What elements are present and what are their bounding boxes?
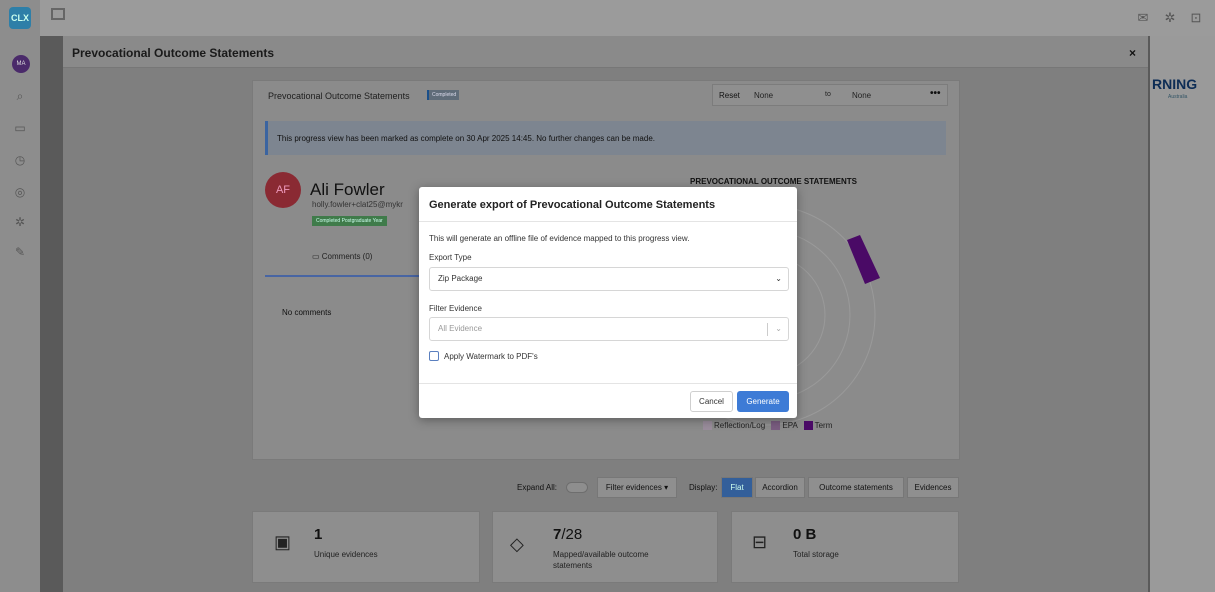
display-flat-button[interactable]: Flat — [721, 477, 753, 498]
brand-logo: RNING — [1152, 76, 1198, 92]
monitor-icon[interactable]: ▭ — [12, 120, 28, 136]
generate-button[interactable]: Generate — [737, 391, 789, 412]
dialog-footer-divider — [419, 383, 797, 384]
person-email: holly.fowler+clat25@mykr — [312, 200, 403, 209]
legend-swatch — [703, 421, 712, 431]
legend-label: EPA — [782, 421, 798, 430]
to-date-field[interactable]: None — [852, 91, 871, 100]
tab-underline — [265, 275, 420, 277]
export-type-value: Zip Package — [438, 274, 483, 283]
display-label: Display: — [689, 483, 718, 492]
close-icon[interactable]: × — [1129, 46, 1136, 60]
chevron-down-icon: ⌄ — [775, 274, 782, 283]
export-type-label: Export Type — [429, 253, 472, 262]
display-accordion-button[interactable]: Accordion — [755, 477, 805, 498]
chevron-down-icon: ⌄ — [775, 324, 782, 333]
dialog-description: This will generate an offline file of ev… — [429, 234, 690, 243]
export-dialog: Generate export of Prevocational Outcome… — [419, 187, 797, 418]
completion-badge: Completed Postgraduate Year — [312, 216, 387, 226]
comment-icon: ▭ — [312, 252, 322, 261]
search-icon[interactable]: ⌕ — [12, 88, 28, 104]
app-logo[interactable]: CLX — [9, 7, 31, 29]
clock-icon[interactable]: ◷ — [12, 152, 28, 168]
legend-swatch — [771, 421, 781, 431]
notice-text: This progress view has been marked as co… — [277, 134, 655, 143]
person-avatar: AF — [265, 172, 301, 208]
lock-icon[interactable]: ⊡ — [1188, 10, 1204, 26]
gear-icon[interactable]: ✲ — [12, 214, 28, 230]
export-type-select[interactable]: Zip Package ⌄ — [429, 267, 789, 291]
expand-all-label: Expand All: — [517, 483, 558, 492]
user-avatar[interactable]: MA — [12, 55, 30, 73]
stat-label: Mapped/available outcome statements — [553, 550, 649, 570]
outer-modal-title: Prevocational Outcome Statements — [72, 46, 275, 60]
brand-subtitle: Australia — [1168, 94, 1188, 100]
legend-label: Reflection/Log — [714, 421, 766, 430]
reset-button[interactable]: Reset — [719, 91, 740, 100]
dollar-icon[interactable]: ◎ — [12, 184, 28, 200]
tab-comments-label: Comments (0) — [321, 252, 373, 261]
image-document-icon: ▣ — [274, 532, 292, 552]
settings-icon[interactable]: ✲ — [1162, 10, 1178, 26]
stat-mapped-outcomes — [492, 511, 718, 583]
progress-title: Prevocational Outcome Statements — [268, 91, 410, 101]
expand-all-toggle[interactable] — [566, 482, 588, 493]
stat-value-total: /28 — [561, 526, 583, 543]
display-outcome-statements-button[interactable]: Outcome statements — [808, 477, 904, 498]
cancel-button[interactable]: Cancel — [690, 391, 733, 412]
select-separator — [767, 323, 768, 336]
status-badge: Completed — [427, 90, 460, 100]
legend-swatch — [803, 421, 813, 431]
top-bar — [0, 0, 1215, 36]
stat-label: Unique evidences — [314, 550, 378, 559]
no-comments-text: No comments — [282, 308, 332, 317]
dialog-title: Generate export of Prevocational Outcome… — [429, 199, 716, 211]
to-label: to — [825, 91, 831, 98]
legend-label: Term — [814, 421, 833, 430]
hard-drive-icon: ⊟ — [752, 532, 768, 552]
mail-icon[interactable]: ✉ — [1135, 10, 1151, 26]
chart-title: PREVOCATIONAL OUTCOME STATEMENTS — [690, 177, 857, 186]
tab-comments[interactable]: ▭ Comments (0) — [312, 252, 372, 261]
stat-value: 0 B — [793, 526, 817, 543]
from-date-field[interactable]: None — [754, 91, 773, 100]
tools-icon[interactable]: ✎ — [12, 244, 28, 260]
right-panel — [1150, 36, 1215, 592]
stat-label: Total storage — [793, 550, 839, 559]
filter-evidence-select[interactable]: All Evidence ⌄ — [429, 317, 789, 341]
filter-evidences-button[interactable]: Filter evidences ▾ — [597, 477, 677, 498]
display-evidences-button[interactable]: Evidences — [907, 477, 959, 498]
dialog-divider — [419, 221, 797, 222]
stat-value: 1 — [314, 526, 323, 543]
stat-value: 7/28 — [553, 526, 582, 543]
more-options-button[interactable]: ••• — [930, 88, 941, 99]
filter-evidence-label: Filter Evidence — [429, 304, 482, 313]
filter-evidence-placeholder: All Evidence — [438, 324, 483, 333]
menu-icon[interactable] — [51, 8, 65, 20]
tag-icon: ◇ — [510, 534, 524, 554]
chart-legend: Reflection/Log EPA Term — [703, 421, 833, 431]
watermark-checkbox[interactable] — [429, 351, 439, 361]
watermark-label[interactable]: Apply Watermark to PDF's — [444, 352, 538, 361]
person-name: Ali Fowler — [310, 180, 385, 199]
